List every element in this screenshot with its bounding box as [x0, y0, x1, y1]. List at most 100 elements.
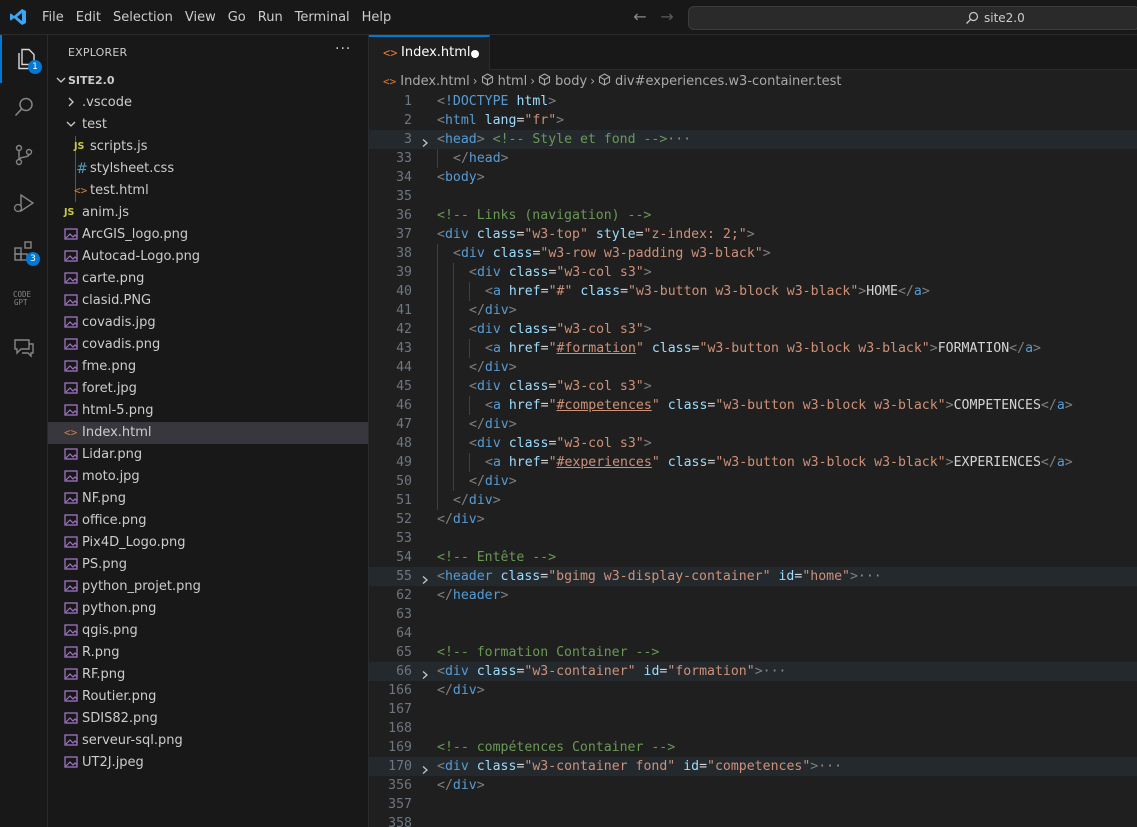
code-text: <!-- compétences Container --> [437, 738, 675, 757]
code-line: 168 [369, 719, 1137, 738]
breadcrumb-item[interactable]: Index.html [400, 74, 470, 89]
tree-item-label: html-5.png [82, 403, 154, 418]
tree-item[interactable]: # stylsheet.css [48, 158, 368, 180]
tree-item[interactable]: covadis.png [48, 334, 368, 356]
menu-run[interactable]: Run [252, 7, 289, 29]
code-token: = [620, 284, 629, 299]
menu-go[interactable]: Go [222, 7, 252, 29]
extensions-badge: 3 [26, 252, 40, 266]
menu-edit[interactable]: Edit [70, 7, 107, 29]
tree-item[interactable]: UT2J.jpeg [48, 752, 368, 774]
code-text: </head> [453, 149, 509, 168]
indent-guide [437, 282, 438, 301]
code-line: 43 <a href="#formation" class="w3-button … [369, 339, 1137, 358]
code-text: <a href="#experiences" class="w3-button … [485, 453, 1073, 472]
tree-item-label: python_projet.png [82, 579, 201, 594]
code-token: = [540, 341, 549, 356]
tree-item[interactable]: Autocad-Logo.png [48, 246, 368, 268]
command-center-search[interactable]: site2.0 [688, 6, 1137, 30]
svg-text:GPT: GPT [14, 298, 28, 307]
tree-item[interactable]: fme.png [48, 356, 368, 378]
indent-guide [453, 472, 454, 491]
more-actions-icon[interactable]: ··· [335, 41, 351, 57]
indent-guide [469, 282, 470, 301]
breadcrumb-item[interactable]: body [555, 74, 587, 89]
code-token: id [778, 569, 795, 584]
code-line: 47 </div> [369, 415, 1137, 434]
tree-item[interactable]: office.png [48, 510, 368, 532]
tree-item[interactable]: python_projet.png [48, 576, 368, 598]
code-text: </div> [469, 301, 517, 320]
code-editor[interactable]: 1 <!DOCTYPE html> 2 <html lang="fr"> 3 <head>… [369, 92, 1137, 827]
tree-item[interactable]: html-5.png [48, 400, 368, 422]
codegpt-activity[interactable]: CODE GPT [0, 275, 48, 323]
breadcrumb-item[interactable]: div#experiences.w3-container.test [615, 74, 842, 89]
breadcrumb-item[interactable]: html [498, 74, 528, 89]
indent-guide [437, 491, 438, 510]
tree-item[interactable]: JS anim.js [48, 202, 368, 224]
tree-item[interactable]: Pix4D_Logo.png [48, 532, 368, 554]
code-token: a [492, 284, 501, 299]
menu-terminal[interactable]: Terminal [289, 7, 356, 29]
unsaved-dot-icon[interactable] [471, 50, 479, 58]
tree-item[interactable]: Routier.png [48, 686, 368, 708]
tree-item[interactable]: foret.jpg [48, 378, 368, 400]
tree-item[interactable]: JS scripts.js [48, 136, 368, 158]
tree-item[interactable]: <> test.html [48, 180, 368, 202]
code-text: <html lang="fr"> [437, 111, 564, 130]
tree-item[interactable]: test [48, 114, 368, 136]
tree-item[interactable]: PS.png [48, 554, 368, 576]
code-token: header [452, 588, 501, 603]
line-number: 47 [396, 417, 412, 432]
tree-item[interactable]: .vscode [48, 92, 368, 114]
tree-item[interactable]: RF.png [48, 664, 368, 686]
extensions-activity[interactable]: 3 [0, 227, 48, 275]
code-text: </div> [437, 681, 485, 700]
folder-header[interactable]: SITE2.0 [48, 70, 368, 92]
code-token: "w3-col s3" [556, 322, 644, 337]
tree-item[interactable]: ArcGIS_logo.png [48, 224, 368, 246]
search-activity[interactable] [0, 83, 48, 131]
tab-label: Index.html [401, 45, 471, 60]
run-debug-activity[interactable] [0, 179, 48, 227]
code-line: 37 <div class="w3-top" style="z-index: 2;… [369, 225, 1137, 244]
tree-item-label: qgis.png [82, 623, 138, 638]
tree-item[interactable]: covadis.jpg [48, 312, 368, 334]
menu-help[interactable]: Help [356, 7, 398, 29]
tree-item[interactable]: NF.png [48, 488, 368, 510]
tree-item-label: clasid.PNG [82, 293, 152, 308]
source-control-activity[interactable] [0, 131, 48, 179]
code-token: = [699, 759, 708, 774]
tree-item[interactable]: <> Index.html [48, 422, 368, 444]
tab-bar: <> Index.html [369, 35, 1137, 70]
code-token: div [476, 265, 501, 280]
tree-item[interactable]: moto.jpg [48, 466, 368, 488]
tree-item-label: Pix4D_Logo.png [82, 535, 186, 550]
code-token: > [945, 455, 954, 470]
chat-activity[interactable] [0, 323, 48, 371]
indent-guide [437, 472, 438, 491]
tree-item[interactable]: python.png [48, 598, 368, 620]
breadcrumb: <> Index.html › html › body › div#experiences.w… [369, 70, 1137, 92]
tree-item[interactable]: carte.png [48, 268, 368, 290]
tree-item[interactable]: Lidar.png [48, 444, 368, 466]
code-line: 170 <div class="w3-container fond" id="co… [369, 757, 1137, 776]
tree-item[interactable]: serveur-sql.png [48, 730, 368, 752]
menu-view[interactable]: View [179, 7, 222, 29]
tree-item[interactable]: clasid.PNG [48, 290, 368, 312]
tree-item[interactable]: R.png [48, 642, 368, 664]
symbol-element-icon [481, 72, 494, 90]
tree-item[interactable]: qgis.png [48, 620, 368, 642]
explorer-activity[interactable]: 1 [0, 35, 48, 83]
menu-file[interactable]: File [36, 7, 70, 29]
code-token: = [540, 455, 549, 470]
back-arrow-icon[interactable]: ← [629, 6, 651, 28]
forward-arrow-icon[interactable]: → [656, 6, 678, 28]
tab-index-html[interactable]: <> Index.html [369, 35, 490, 70]
code-token: href [508, 341, 541, 356]
menu-selection[interactable]: Selection [107, 7, 179, 29]
tree-item[interactable]: SDIS82.png [48, 708, 368, 730]
